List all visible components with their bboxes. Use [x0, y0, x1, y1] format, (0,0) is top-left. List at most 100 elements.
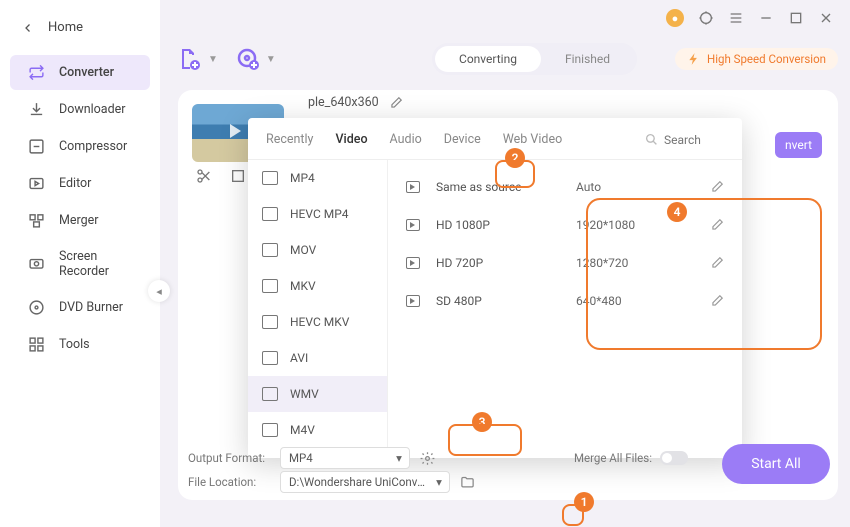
trim-icon[interactable]	[196, 168, 212, 184]
option-name: Same as source	[436, 180, 576, 194]
play-icon	[406, 181, 420, 193]
format-label: M4V	[290, 423, 315, 437]
converter-icon	[28, 64, 45, 81]
chevron-down-icon[interactable]: ▼	[208, 54, 218, 65]
popup-tab-video[interactable]: Video	[335, 128, 367, 151]
recorder-icon	[28, 256, 45, 273]
resolution-option[interactable]: Same as sourceAuto	[400, 168, 730, 206]
start-all-button[interactable]: Start All	[722, 444, 830, 484]
file-location-label: File Location:	[188, 475, 270, 489]
option-resolution: 640*480	[576, 294, 686, 308]
popup-tab-audio[interactable]: Audio	[390, 128, 422, 151]
edit-icon[interactable]	[710, 180, 724, 194]
format-icon	[262, 279, 278, 293]
option-name: SD 480P	[436, 294, 576, 308]
tab-finished[interactable]: Finished	[541, 46, 634, 72]
resolution-option[interactable]: HD 720P1280*720	[400, 244, 730, 282]
play-icon	[406, 219, 420, 231]
collapse-sidebar[interactable]: ◂	[148, 280, 170, 302]
crop-icon[interactable]	[230, 168, 246, 184]
edit-icon[interactable]	[710, 218, 724, 232]
editor-icon	[28, 175, 45, 192]
format-label: WMV	[290, 387, 319, 401]
file-location-select[interactable]: D:\Wondershare UniConverter 1 ▾	[280, 471, 450, 493]
sidebar-item-compressor[interactable]: Compressor	[10, 129, 150, 164]
format-item-avi[interactable]: AVI	[248, 340, 387, 376]
menu-icon[interactable]	[728, 10, 744, 26]
sidebar-item-label: Screen Recorder	[59, 249, 132, 279]
sidebar-item-merger[interactable]: Merger	[10, 203, 150, 238]
tab-converting[interactable]: Converting	[435, 46, 541, 72]
play-icon	[406, 295, 420, 307]
sidebar-item-editor[interactable]: Editor	[10, 166, 150, 201]
file-name: ple_640x360	[308, 95, 379, 110]
add-file-button[interactable]	[178, 47, 202, 71]
add-dvd-button[interactable]	[236, 47, 260, 71]
format-item-mp4[interactable]: MP4	[248, 160, 387, 196]
sidebar-item-label: Converter	[59, 65, 114, 80]
format-item-hevc-mp4[interactable]: HEVC MP4	[248, 196, 387, 232]
format-list: MP4HEVC MP4 MOV MKV HEVC MKV AVI WMV M4V	[248, 160, 388, 460]
chevron-down-icon: ▾	[431, 474, 447, 490]
sidebar: Home Converter Downloader Compressor Edi…	[0, 0, 160, 527]
high-speed-label: High Speed Conversion	[707, 52, 826, 66]
maximize-icon[interactable]	[788, 10, 804, 26]
format-icon	[262, 243, 278, 257]
home-label: Home	[48, 20, 83, 35]
play-icon	[406, 257, 420, 269]
home-nav[interactable]: Home	[0, 10, 160, 53]
sidebar-item-label: Editor	[59, 176, 91, 191]
sidebar-item-tools[interactable]: Tools	[10, 327, 150, 362]
popup-tab-recently[interactable]: Recently	[266, 128, 313, 151]
format-label: MOV	[290, 243, 316, 257]
format-label: HEVC MKV	[290, 315, 349, 329]
popup-tab-device[interactable]: Device	[444, 128, 481, 151]
output-format-label: Output Format:	[188, 451, 270, 465]
format-icon	[262, 423, 278, 437]
resolution-option[interactable]: HD 1080P1920*1080	[400, 206, 730, 244]
high-speed-toggle[interactable]: High Speed Conversion	[675, 48, 838, 70]
output-format-value: MP4	[289, 451, 313, 465]
merge-label: Merge All Files:	[574, 451, 652, 465]
support-icon[interactable]	[698, 10, 714, 26]
settings-icon[interactable]	[420, 451, 435, 466]
edit-icon[interactable]	[710, 256, 724, 270]
format-item-mkv[interactable]: MKV	[248, 268, 387, 304]
format-label: MKV	[290, 279, 316, 293]
resolution-option[interactable]: SD 480P640*480	[400, 282, 730, 320]
format-icon	[262, 315, 278, 329]
option-resolution: Auto	[576, 180, 686, 194]
format-icon	[262, 171, 278, 185]
sidebar-item-converter[interactable]: Converter	[10, 55, 150, 90]
resolution-list: Same as sourceAutoHD 1080P1920*1080HD 72…	[388, 160, 742, 460]
output-format-select[interactable]: MP4 ▾	[280, 447, 410, 469]
merge-toggle[interactable]	[660, 451, 688, 465]
folder-icon[interactable]	[460, 475, 475, 490]
compress-icon	[28, 138, 45, 155]
edit-name-icon[interactable]	[389, 96, 403, 110]
sidebar-item-downloader[interactable]: Downloader	[10, 92, 150, 127]
chevron-left-icon	[22, 22, 34, 34]
option-resolution: 1920*1080	[576, 218, 686, 232]
close-icon[interactable]	[818, 10, 834, 26]
chevron-down-icon[interactable]: ▼	[266, 54, 276, 65]
sidebar-item-label: Compressor	[59, 139, 127, 154]
sidebar-item-label: DVD Burner	[59, 300, 123, 315]
format-item-mov[interactable]: MOV	[248, 232, 387, 268]
convert-button-peek[interactable]: nvert	[775, 132, 822, 158]
sidebar-item-screen-recorder[interactable]: Screen Recorder	[10, 240, 150, 288]
format-item-wmv[interactable]: WMV	[248, 376, 387, 412]
option-name: HD 1080P	[436, 218, 576, 232]
format-label: AVI	[290, 351, 308, 365]
avatar[interactable]: ●	[666, 9, 684, 27]
sidebar-item-label: Tools	[59, 337, 90, 352]
minimize-icon[interactable]	[758, 10, 774, 26]
format-search-input[interactable]	[664, 133, 724, 147]
option-name: HD 720P	[436, 256, 576, 270]
sidebar-item-label: Downloader	[59, 102, 126, 117]
edit-icon[interactable]	[710, 294, 724, 308]
format-item-hevc-mkv[interactable]: HEVC MKV	[248, 304, 387, 340]
sidebar-item-dvd-burner[interactable]: DVD Burner	[10, 290, 150, 325]
format-icon	[262, 207, 278, 221]
popup-tab-web[interactable]: Web Video	[503, 128, 562, 151]
